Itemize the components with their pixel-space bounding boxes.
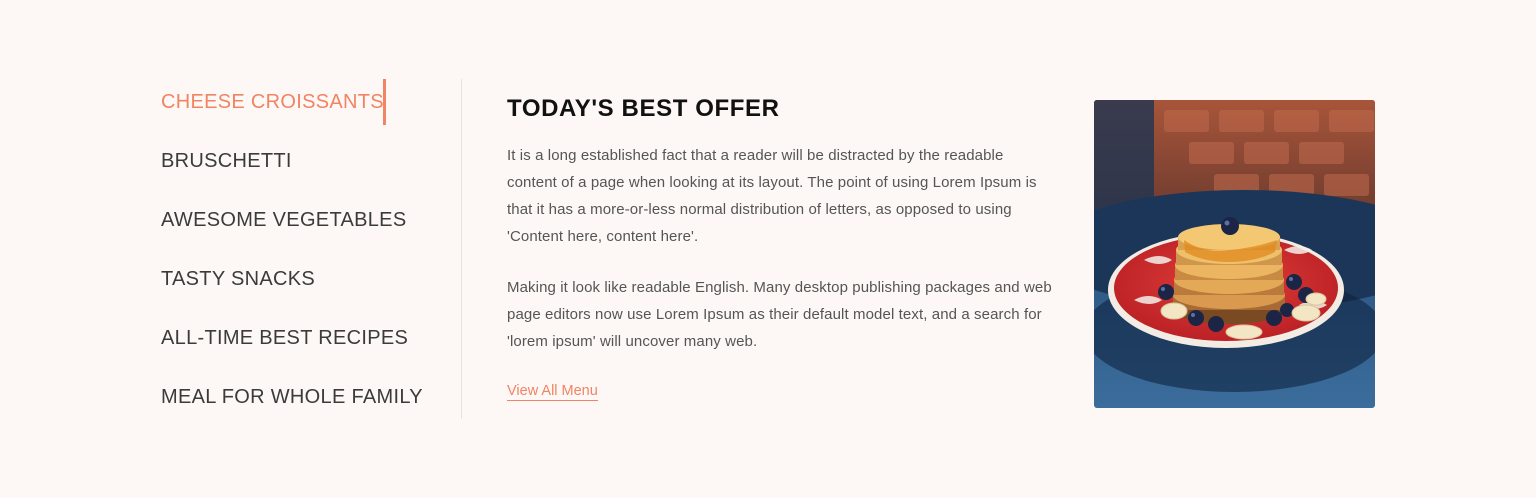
pancake-stack-photo	[1094, 100, 1375, 408]
tab-label: TASTY SNACKS	[161, 268, 316, 290]
tab-label: AWESOME VEGETABLES	[161, 209, 407, 231]
active-tab-indicator	[382, 79, 386, 125]
tab-tasty-snacks[interactable]: TASTY SNACKS	[161, 256, 315, 302]
tab-label: MEAL FOR WHOLE FAMILY	[161, 386, 423, 408]
offer-content: TODAY'S BEST OFFER It is a long establis…	[507, 92, 1052, 401]
offer-paragraph-2: Making it look like readable English. Ma…	[507, 279, 1052, 350]
menu-tabs: CHEESE CROISSANTS BRUSCHETTI AWESOME VEG…	[161, 79, 462, 419]
offer-title: TODAY'S BEST OFFER	[507, 95, 780, 122]
tab-bruschetti[interactable]: BRUSCHETTI	[161, 138, 292, 184]
tab-label: ALL-TIME BEST RECIPES	[161, 327, 409, 349]
tab-cheese-croissants[interactable]: CHEESE CROISSANTS	[161, 79, 386, 125]
offer-paragraph-1: It is a long established fact that a rea…	[507, 147, 1037, 245]
view-all-menu-link[interactable]: View All Menu	[507, 383, 598, 401]
tab-all-time-best-recipes[interactable]: ALL-TIME BEST RECIPES	[161, 315, 408, 361]
tab-meal-for-whole-family[interactable]: MEAL FOR WHOLE FAMILY	[161, 374, 423, 420]
tab-label: BRUSCHETTI	[161, 150, 292, 172]
tab-awesome-vegetables[interactable]: AWESOME VEGETABLES	[161, 197, 406, 243]
tab-label: CHEESE CROISSANTS	[161, 91, 384, 113]
